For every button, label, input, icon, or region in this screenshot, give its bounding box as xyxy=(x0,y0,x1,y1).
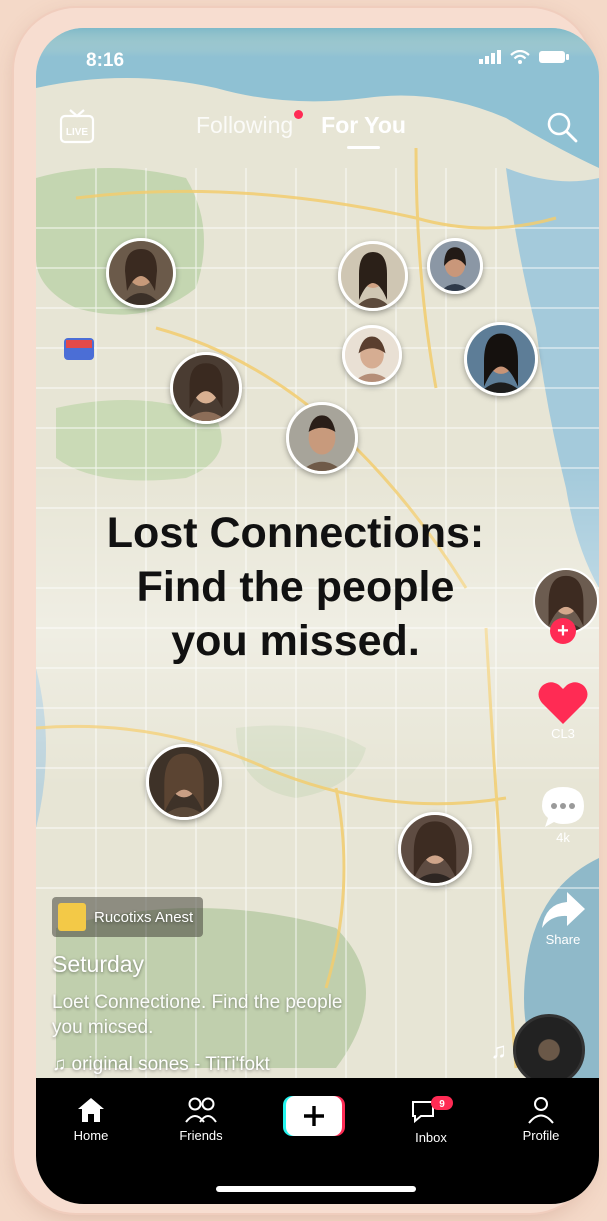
video-description: Loet Connectione. Find the people you mi… xyxy=(52,990,472,1040)
tab-for-you[interactable]: For You xyxy=(321,112,406,149)
feed-tabs: Following For You xyxy=(196,110,406,149)
status-time: 8:16 xyxy=(86,50,125,71)
comment-button[interactable]: 4k xyxy=(527,784,599,845)
map-avatar[interactable] xyxy=(146,744,222,820)
sound-label[interactable]: ♫ original sones - TiTi'fokt xyxy=(52,1054,472,1076)
new-content-dot xyxy=(294,110,304,119)
home-indicator[interactable] xyxy=(216,1186,416,1192)
description-line-1: Loet Connectione. Find the people xyxy=(52,992,343,1013)
comment-icon xyxy=(542,787,584,827)
headline: Lost Connections: Find the people you mi… xyxy=(36,506,555,668)
creator-username[interactable]: Seturday xyxy=(52,951,472,978)
headline-line-1: Lost Connections: xyxy=(106,509,485,557)
nav-home-label: Home xyxy=(73,1128,109,1143)
map-avatar[interactable] xyxy=(342,325,402,385)
map-avatar[interactable] xyxy=(338,241,408,311)
inbox-icon: 9 xyxy=(412,1096,453,1124)
nav-profile[interactable]: Profile xyxy=(496,1096,586,1143)
top-nav: LIVE Following For You xyxy=(36,108,599,149)
badge-text: Rucotixs Anest xyxy=(94,908,194,926)
nav-inbox[interactable]: 9 Inbox xyxy=(386,1096,476,1145)
home-icon xyxy=(78,1098,104,1122)
friends-icon xyxy=(185,1097,217,1123)
app-screen: 8:16 LIVE Following For You Lost Connect… xyxy=(36,28,599,1204)
wifi-icon xyxy=(510,50,530,64)
nav-friends-label: Friends xyxy=(179,1128,223,1143)
nav-inbox-label: Inbox xyxy=(415,1130,447,1145)
status-bar: 8:16 xyxy=(36,28,599,84)
share-button[interactable]: Share xyxy=(527,890,599,947)
map-avatar[interactable] xyxy=(106,238,176,308)
like-button[interactable]: CL3 xyxy=(527,680,599,741)
live-icon[interactable]: LIVE xyxy=(58,108,96,144)
tab-following[interactable]: Following xyxy=(196,110,304,139)
nav-friends[interactable]: Friends xyxy=(156,1096,246,1143)
music-note-icon: ♫ xyxy=(490,1038,508,1063)
share-label: Share xyxy=(545,932,581,947)
signal-icon xyxy=(479,50,501,64)
description-line-2: you micsed. xyxy=(52,1017,154,1038)
creator-avatar-group[interactable]: + xyxy=(527,568,599,658)
heart-icon xyxy=(538,682,588,724)
like-count: CL3 xyxy=(551,726,575,741)
follow-plus-icon[interactable]: + xyxy=(550,618,576,644)
active-tab-indicator xyxy=(347,146,380,149)
map-avatar[interactable] xyxy=(170,352,242,424)
status-icons xyxy=(479,50,569,64)
music-disc-icon[interactable] xyxy=(513,1014,585,1086)
profile-icon xyxy=(528,1097,554,1124)
nav-home[interactable]: Home xyxy=(46,1096,136,1143)
live-label: LIVE xyxy=(66,127,89,138)
headline-line-3: you missed. xyxy=(171,617,420,665)
tab-for-you-label: For You xyxy=(321,112,406,138)
map-avatar[interactable] xyxy=(464,322,538,396)
create-button[interactable] xyxy=(283,1096,345,1136)
bottom-nav: Home Friends 9 Inbox Profile xyxy=(36,1078,599,1204)
map-avatar[interactable] xyxy=(286,402,358,474)
battery-icon xyxy=(539,51,569,63)
video-caption: Rucotixs Anest Seturday Loet Connectione… xyxy=(52,897,472,1076)
comment-count: 4k xyxy=(556,830,570,845)
inbox-badge: 9 xyxy=(439,1099,445,1110)
map-avatar[interactable] xyxy=(398,812,472,886)
map-avatar[interactable] xyxy=(427,238,483,294)
nav-profile-label: Profile xyxy=(522,1128,560,1143)
tab-following-label: Following xyxy=(196,112,294,138)
headline-line-2: Find the people xyxy=(136,563,455,611)
anchor-badge[interactable]: Rucotixs Anest xyxy=(52,897,204,937)
share-icon xyxy=(542,892,585,928)
search-icon[interactable] xyxy=(545,110,579,144)
badge-icon xyxy=(58,903,86,931)
